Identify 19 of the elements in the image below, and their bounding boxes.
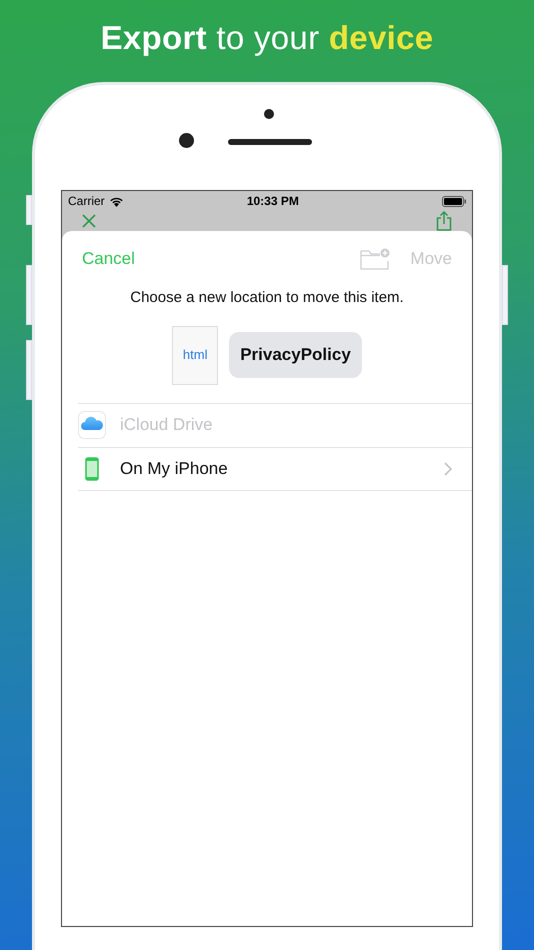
- wifi-icon: [108, 196, 124, 206]
- chevron-icon: [444, 462, 452, 476]
- location-row[interactable]: On My iPhone: [78, 446, 472, 490]
- file-thumbnail: html: [172, 326, 218, 384]
- headline: Export to your device: [100, 18, 434, 58]
- file-name: PrivacyPolicy: [229, 332, 362, 378]
- phone-icon: [85, 456, 99, 480]
- sensor-dot: [264, 109, 274, 119]
- cloud-icon: [78, 411, 106, 439]
- clock-time: 10:33 PM: [246, 193, 300, 210]
- camera-lens: [179, 133, 194, 148]
- carrier-label: Carrier: [68, 193, 105, 210]
- close-icon[interactable]: [82, 214, 96, 228]
- instruction-text: Choose a new location to move this item.: [129, 288, 405, 308]
- location-label: iCloud Drive: [120, 414, 214, 436]
- location-label: On My iPhone: [120, 458, 229, 480]
- cancel-button[interactable]: Cancel: [82, 246, 135, 272]
- share-icon[interactable]: [436, 211, 452, 231]
- battery-icon: [442, 196, 466, 206]
